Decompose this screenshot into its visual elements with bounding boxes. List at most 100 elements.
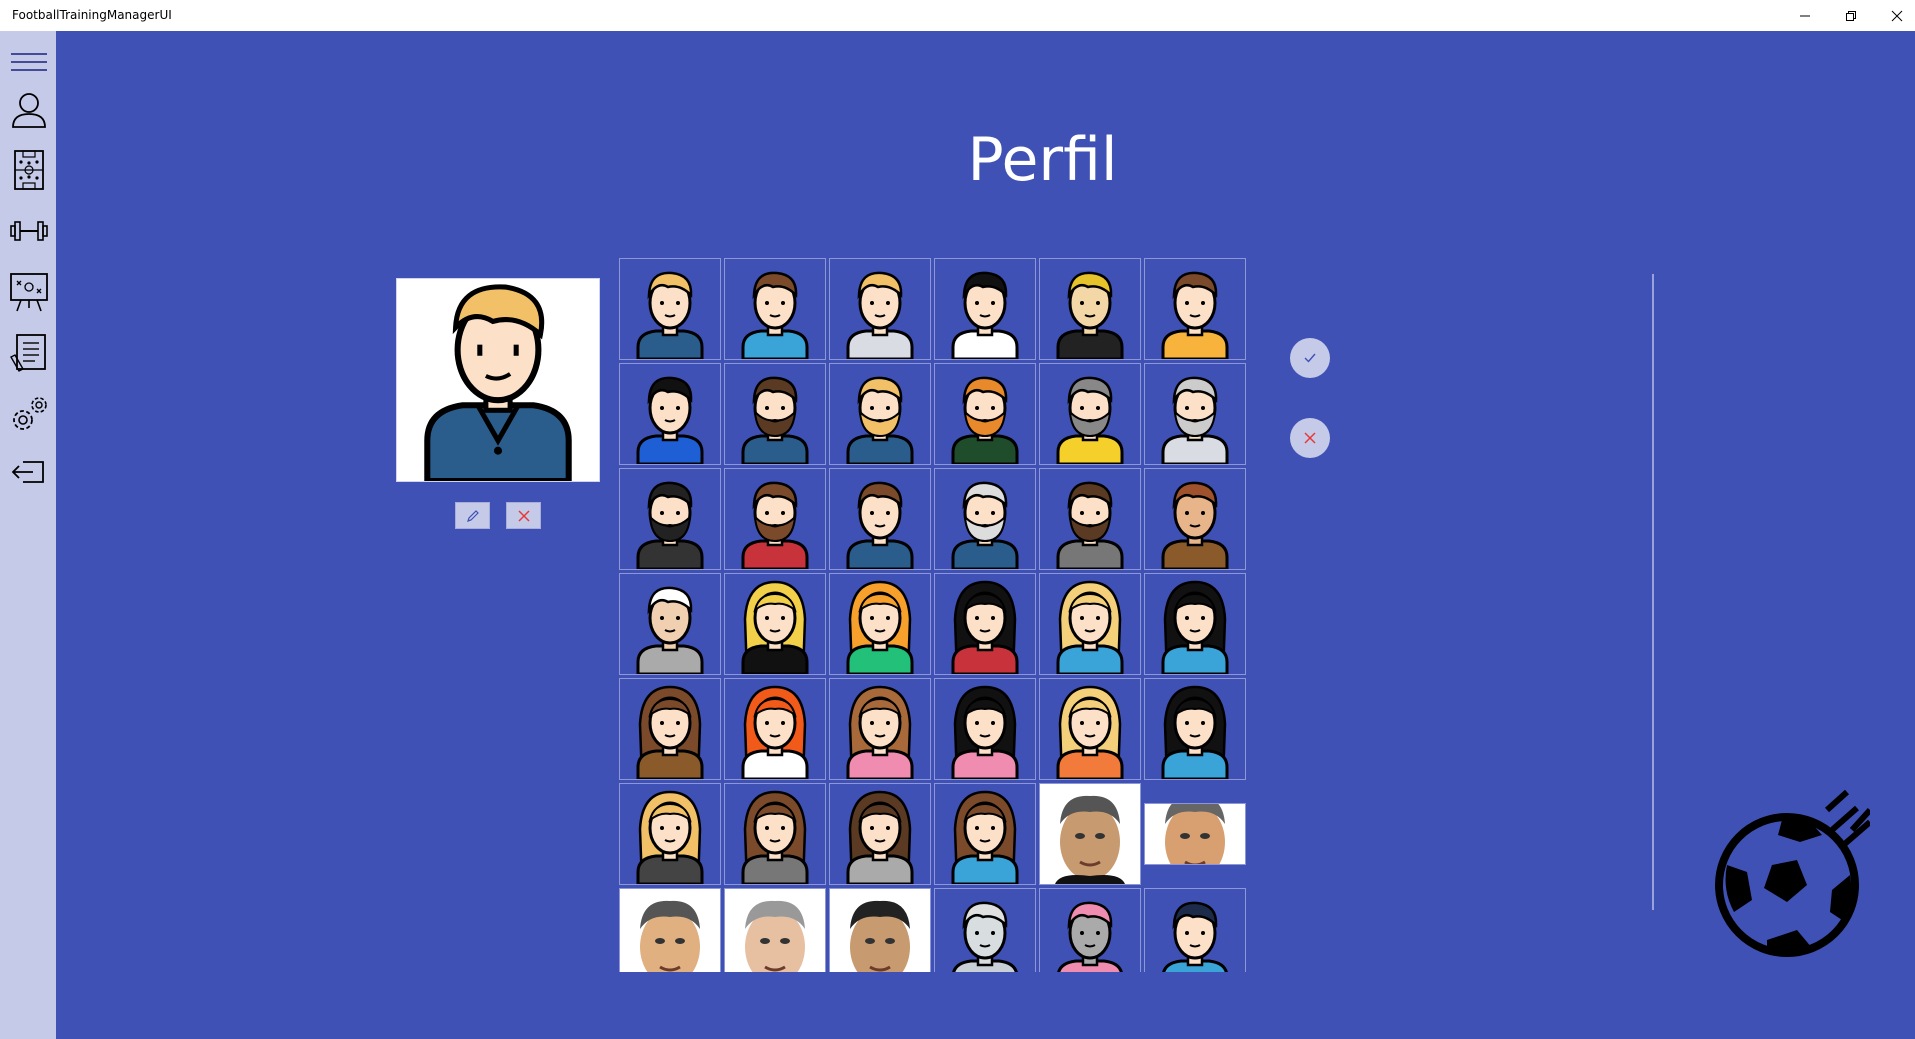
minimize-icon	[1800, 15, 1810, 16]
avatar-option[interactable]	[619, 888, 721, 972]
user-profile-icon	[12, 93, 46, 128]
football-logo-icon	[1715, 789, 1870, 957]
avatar-option-image	[1056, 376, 1124, 464]
avatar-option-image	[636, 376, 704, 464]
logout-icon	[11, 461, 44, 483]
avatar-option-image	[951, 271, 1019, 359]
avatar-option[interactable]	[1144, 258, 1246, 360]
remove-avatar-button[interactable]	[506, 502, 541, 529]
avatar-option-image	[1161, 481, 1229, 569]
avatar-option[interactable]	[1144, 468, 1246, 570]
checkmark-icon	[1304, 353, 1316, 363]
avatar-option[interactable]	[829, 573, 931, 675]
sidebar-item-training[interactable]	[8, 209, 50, 253]
avatar-option[interactable]	[724, 468, 826, 570]
avatar-option-image	[952, 901, 1018, 972]
avatar-option[interactable]	[619, 468, 721, 570]
avatar-option-image	[1056, 580, 1124, 674]
avatar-option[interactable]	[829, 678, 931, 780]
avatar-option[interactable]	[619, 783, 721, 885]
avatar-option[interactable]	[1144, 363, 1246, 465]
avatar-option-image	[1145, 804, 1245, 864]
avatar-option[interactable]	[829, 258, 931, 360]
avatar-option[interactable]	[1039, 888, 1141, 972]
avatar-option-image	[1162, 901, 1228, 972]
avatar-option-image	[741, 481, 809, 569]
edit-avatar-button[interactable]	[455, 502, 490, 529]
avatar-option[interactable]	[934, 678, 1036, 780]
avatar-option[interactable]	[1039, 573, 1141, 675]
avatar-option[interactable]	[934, 363, 1036, 465]
sidebar-item-logout[interactable]	[8, 450, 50, 494]
avatar-option-image	[951, 481, 1019, 569]
avatar-option[interactable]	[1039, 678, 1141, 780]
avatar-option-image	[1056, 685, 1124, 779]
avatar-option-image	[1161, 271, 1229, 359]
window-title-bar: FootballTrainingManagerUI	[0, 0, 1915, 31]
avatar-option-image	[846, 685, 914, 779]
avatar-option-image	[1056, 271, 1124, 359]
avatar-option-image	[951, 580, 1019, 674]
current-profile-avatar	[396, 278, 600, 482]
avatar-option[interactable]	[619, 573, 721, 675]
avatar-option-image	[1057, 901, 1123, 972]
avatar-option[interactable]	[1039, 363, 1141, 465]
confirm-button[interactable]	[1290, 338, 1330, 378]
avatar-option[interactable]	[934, 783, 1036, 885]
avatar-option-image	[846, 790, 914, 884]
close-icon	[517, 509, 530, 522]
avatar-selection-grid	[619, 258, 1247, 972]
sidebar-item-settings[interactable]	[8, 392, 50, 436]
restore-icon	[1846, 10, 1856, 21]
avatar-option[interactable]	[1144, 888, 1246, 972]
avatar-option[interactable]	[1039, 783, 1141, 885]
avatar-option[interactable]	[829, 468, 931, 570]
presentation-board-icon	[10, 273, 48, 312]
avatar-option[interactable]	[829, 363, 931, 465]
avatar-option[interactable]	[724, 783, 826, 885]
avatar-option[interactable]	[724, 258, 826, 360]
dumbbell-icon	[10, 221, 48, 241]
avatar-option[interactable]	[934, 258, 1036, 360]
avatar-option[interactable]	[619, 258, 721, 360]
avatar-option[interactable]	[1039, 468, 1141, 570]
avatar-option[interactable]	[1144, 678, 1246, 780]
avatar-man-blond-polo-image	[397, 279, 599, 481]
avatar-option-image	[636, 685, 704, 779]
avatar-option[interactable]	[934, 468, 1036, 570]
restore-button[interactable]	[1828, 0, 1874, 31]
avatar-option-image	[1161, 685, 1229, 779]
avatar-option[interactable]	[619, 363, 721, 465]
close-icon	[1891, 10, 1903, 21]
avatar-option[interactable]	[1144, 573, 1246, 675]
avatar-option-image	[636, 271, 704, 359]
avatar-option-image	[846, 580, 914, 674]
avatar-option[interactable]	[724, 888, 826, 972]
page-title: Perfil	[967, 125, 1118, 195]
avatar-option[interactable]	[1039, 258, 1141, 360]
avatar-option[interactable]	[724, 363, 826, 465]
avatar-option[interactable]	[829, 888, 931, 972]
avatar-option[interactable]	[829, 783, 931, 885]
avatar-option[interactable]	[1144, 803, 1246, 865]
sidebar-item-board[interactable]	[8, 270, 50, 314]
avatar-option-image	[951, 790, 1019, 884]
minimize-button[interactable]	[1782, 0, 1828, 31]
avatar-option-image	[830, 889, 930, 972]
sidebar-item-reports[interactable]	[8, 331, 50, 375]
avatar-option-image	[725, 889, 825, 972]
close-window-button[interactable]	[1874, 0, 1915, 31]
window-title: FootballTrainingManagerUI	[12, 8, 172, 22]
hamburger-menu-icon	[11, 53, 47, 71]
hamburger-menu-button[interactable]	[8, 40, 50, 84]
avatar-option[interactable]	[619, 678, 721, 780]
avatar-option[interactable]	[934, 573, 1036, 675]
avatar-option[interactable]	[934, 888, 1036, 972]
cancel-button[interactable]	[1290, 418, 1330, 458]
avatar-option[interactable]	[724, 678, 826, 780]
avatar-option-image	[741, 790, 809, 884]
avatar-option-image	[1161, 376, 1229, 464]
avatar-option[interactable]	[724, 573, 826, 675]
settings-gears-icon	[13, 397, 47, 430]
notes-document-icon	[10, 334, 46, 372]
